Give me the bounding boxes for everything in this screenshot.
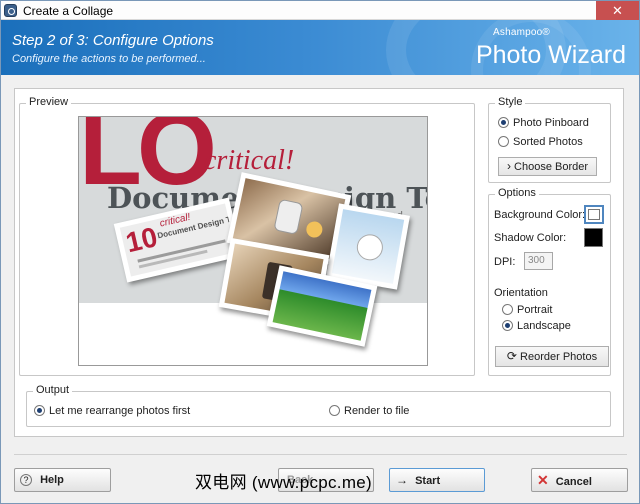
preview-label: Preview (26, 96, 72, 108)
shadow-color-label: Shadow Color: (494, 232, 567, 244)
portrait-radio[interactable] (502, 304, 513, 315)
background-color-inner (588, 209, 600, 220)
landscape-label[interactable]: Landscape (517, 320, 571, 332)
background-color-swatch[interactable] (584, 205, 604, 224)
orientation-label: Orientation (494, 287, 548, 299)
reorder-icon: ⟳ (506, 349, 517, 363)
step-title: Step 2 of 3: Configure Options (12, 32, 214, 49)
reorder-photos-button[interactable]: ⟳ Reorder Photos (495, 346, 609, 367)
photo-pinboard-label[interactable]: Photo Pinboard (513, 117, 589, 129)
wizard-header: Step 2 of 3: Configure Options Configure… (1, 20, 639, 75)
window-title: Create a Collage (23, 4, 114, 18)
portrait-label[interactable]: Portrait (517, 304, 552, 316)
title-bar: Create a Collage ✕ (1, 1, 639, 20)
help-button[interactable]: ? Help (14, 468, 111, 492)
close-button[interactable]: ✕ (596, 1, 639, 20)
step-subtitle: Configure the actions to be performed... (12, 53, 206, 65)
render-to-file-label[interactable]: Render to file (344, 405, 409, 417)
cancel-icon: ✕ (537, 472, 549, 488)
photo-content (331, 209, 405, 284)
chevron-right-icon: › (506, 159, 511, 173)
rearrange-photos-radio[interactable] (34, 405, 45, 416)
collage-photo[interactable] (326, 203, 410, 290)
watermark-text: 双电网 (www.pcpc.me) (195, 473, 373, 492)
cancel-label: Cancel (555, 476, 592, 488)
shadow-color-swatch[interactable] (584, 228, 603, 247)
sorted-photos-label[interactable]: Sorted Photos (513, 136, 583, 148)
sorted-photos-radio[interactable] (498, 136, 509, 147)
cancel-button[interactable]: ✕ Cancel (531, 468, 628, 492)
dpi-label: DPI: (494, 256, 516, 268)
collage-preview[interactable]: LO critical! Document Design Terms tors … (78, 116, 428, 366)
rearrange-photos-label[interactable]: Let me rearrange photos first (49, 405, 190, 417)
footer-divider (14, 454, 627, 455)
balloon-shape (354, 232, 385, 263)
start-button[interactable]: → Start (389, 468, 485, 492)
dpi-field[interactable]: 300 (524, 252, 553, 270)
choose-border-button[interactable]: › Choose Border (498, 157, 597, 176)
brand-large-text: Photo Wizard (475, 41, 626, 69)
photo-pinboard-radio[interactable] (498, 117, 509, 128)
close-icon: ✕ (612, 3, 623, 18)
brand-small-text: Ashampoo® (493, 27, 550, 38)
help-icon: ? (20, 474, 32, 486)
options-label: Options (495, 187, 539, 199)
arrow-right-icon: → (396, 473, 408, 487)
background-color-label: Background Color: (494, 209, 586, 221)
robot-figure (273, 198, 304, 235)
start-label: Start (415, 475, 441, 487)
app-icon (4, 4, 17, 17)
render-to-file-radio[interactable] (329, 405, 340, 416)
choose-border-label: Choose Border (514, 161, 589, 173)
style-label: Style (495, 96, 526, 108)
critical-text: critical! (204, 145, 295, 176)
reorder-photos-label: Reorder Photos (520, 351, 598, 363)
photo-content (272, 271, 372, 341)
help-label: Help (40, 474, 64, 486)
yellow-object (304, 220, 324, 239)
collage-window: Create a Collage ✕ Step 2 of 3: Configur… (0, 0, 640, 504)
landscape-radio[interactable] (502, 320, 513, 331)
output-label: Output (33, 384, 73, 396)
thumbnail-number: 10 (122, 221, 161, 259)
